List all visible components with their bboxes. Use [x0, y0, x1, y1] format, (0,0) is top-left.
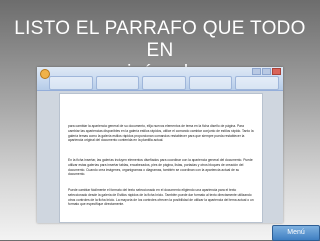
document-paragraph-3: Puede cambiar fácilmente el formato del … — [68, 188, 254, 207]
ribbon-groups — [49, 76, 279, 90]
close-icon — [272, 68, 281, 75]
window-title-bar — [77, 68, 247, 74]
maximize-icon — [262, 68, 271, 75]
window-controls — [252, 68, 281, 75]
ribbon-group-font — [95, 76, 140, 90]
document-paragraph-2: En la ficha insertar, las galerías inclu… — [68, 158, 253, 177]
ribbon-group-clipboard — [49, 76, 93, 90]
ribbon-group-paragraph — [142, 76, 186, 90]
minimize-icon — [252, 68, 261, 75]
word-ribbon — [37, 67, 283, 91]
document-paragraph-1: para cambiar la apariencia general de su… — [68, 124, 254, 143]
ribbon-group-styles — [188, 76, 233, 90]
document-page: para cambiar la apariencia general de su… — [59, 93, 263, 223]
word-screenshot: para cambiar la apariencia general de su… — [37, 67, 283, 223]
ribbon-group-editing — [235, 76, 279, 90]
menu-button[interactable]: Menú — [272, 225, 320, 241]
slide-title-line1: LISTO EL PARRAFO QUE TODO EN — [14, 18, 306, 61]
